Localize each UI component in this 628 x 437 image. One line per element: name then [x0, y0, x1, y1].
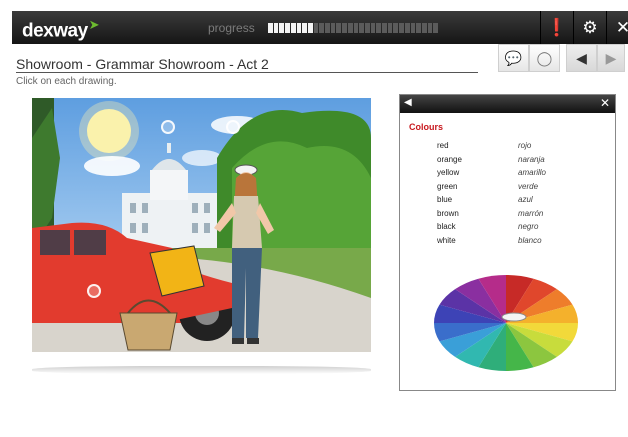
progress-segment [359, 23, 364, 33]
progress-segment [302, 23, 307, 33]
progress-segment [336, 23, 342, 33]
vocab-row: red rojo [437, 141, 597, 155]
dexway-logo: dexway➤ [22, 17, 100, 42]
vocab-spanish: blanco [518, 235, 542, 245]
progress-segment [330, 23, 336, 33]
vocab-spanish: marrón [518, 208, 544, 218]
vocab-spanish: amarillo [518, 168, 547, 177]
progress-segment [273, 23, 279, 33]
progress-segment [313, 23, 319, 33]
progress-segment [376, 23, 382, 33]
vocab-spanish: rojo [518, 141, 532, 150]
progress-segment [285, 23, 290, 33]
progress-segment [342, 23, 347, 33]
vocab-row: brown marrón [437, 209, 597, 223]
page-title: Showroom - Grammar Showroom - Act 2 [16, 56, 269, 72]
progress-segment [387, 23, 393, 33]
progress-label: progress [208, 21, 255, 35]
vocab-english: brown [437, 208, 459, 218]
progress-segment [268, 23, 273, 33]
fan-pivot [501, 312, 527, 322]
vocab-spanish: naranja [518, 154, 545, 164]
progress-segment [296, 23, 302, 33]
info-icon[interactable]: ❗ [540, 11, 573, 44]
chat-icon: 💬 [504, 50, 523, 66]
progress-segment [347, 23, 353, 33]
vocab-row: blue azul [437, 195, 597, 209]
vocab-row: white blanco [437, 236, 597, 250]
title-divider [16, 72, 478, 73]
colours-popup: ◀ ✕ Colours red rojo orange naranja yellow… [399, 94, 616, 391]
popup-back-icon[interactable]: ◀ [404, 97, 412, 108]
vocab-english: red [437, 141, 449, 150]
vocab-english: black [437, 222, 456, 231]
vocab-english: blue [437, 195, 453, 204]
vocab-spanish: azul [518, 195, 533, 204]
top-bar: dexway➤ progress ❗ ⚙ ✕ [12, 11, 628, 44]
next-arrow-icon: ▶ [605, 50, 617, 66]
previous-arrow-icon: ◀ [576, 50, 587, 66]
progress-segment [410, 23, 416, 33]
vocabulary-list: red rojo orange naranja yellow amarillo gre… [437, 141, 597, 249]
chat-button[interactable]: 💬 [498, 44, 529, 72]
progress-segment [290, 23, 296, 33]
scene-drawing [32, 98, 371, 352]
progress-segment [433, 23, 439, 33]
vocab-english: green [437, 181, 458, 191]
vocab-row: orange naranja [437, 155, 597, 169]
gear-icon[interactable]: ⚙ [573, 11, 606, 44]
progress-segment [319, 23, 325, 33]
progress-segment [364, 23, 370, 33]
popup-title: Colours [409, 122, 444, 132]
car-hotspot[interactable] [87, 284, 101, 298]
previous-button[interactable]: ◀ [566, 44, 597, 72]
vocab-spanish: verde [518, 181, 539, 191]
progress-segment [421, 23, 427, 33]
scene-illustration [32, 98, 371, 352]
popup-close-icon[interactable]: ✕ [600, 96, 610, 110]
progress-segment [427, 23, 433, 33]
progress-segment [393, 23, 399, 33]
popup-header: ◀ ✕ [400, 95, 615, 113]
progress-segment [325, 23, 330, 33]
lightbulb-icon: ◯ [536, 50, 553, 66]
vocab-spanish: negro [518, 222, 539, 231]
next-button[interactable]: ▶ [597, 44, 625, 72]
instruction-text: Click on each drawing. [16, 76, 117, 87]
vocab-row: green verde [437, 182, 597, 196]
hint-button[interactable]: ◯ [529, 44, 560, 72]
progress-segment [307, 23, 313, 33]
cloud-hotspot[interactable] [226, 120, 240, 134]
progress-bar [268, 23, 439, 33]
scene-shadow [32, 366, 371, 374]
vocab-english: orange [437, 154, 462, 164]
vocab-row: yellow amarillo [437, 168, 597, 182]
progress-segment [370, 23, 376, 33]
close-icon[interactable]: ✕ [606, 11, 628, 44]
vocab-row: black negro [437, 222, 597, 236]
sun-hotspot[interactable] [161, 120, 175, 134]
vocab-english: white [437, 235, 456, 245]
progress-segment [279, 23, 285, 33]
colour-fan-illustration [434, 275, 578, 371]
progress-segment [404, 23, 410, 33]
vocab-english: yellow [437, 168, 460, 177]
progress-segment [416, 23, 421, 33]
progress-segment [399, 23, 404, 33]
progress-segment [382, 23, 387, 33]
progress-segment [353, 23, 359, 33]
